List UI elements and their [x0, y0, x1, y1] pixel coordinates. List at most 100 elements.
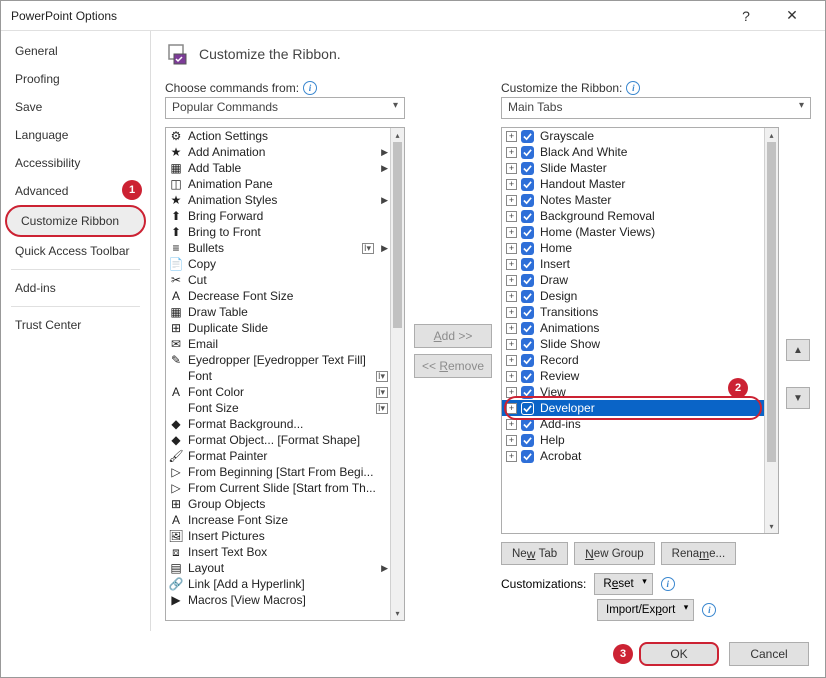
command-item[interactable]: ★Animation Styles▶: [166, 192, 390, 208]
info-icon[interactable]: i: [303, 81, 317, 95]
rename-button[interactable]: Rename...: [661, 542, 736, 565]
command-item[interactable]: ◫Animation Pane: [166, 176, 390, 192]
tab-tree-item[interactable]: +Handout Master: [502, 176, 764, 192]
expand-icon[interactable]: +: [506, 371, 517, 382]
expand-icon[interactable]: +: [506, 163, 517, 174]
expand-icon[interactable]: +: [506, 211, 517, 222]
ok-button[interactable]: OK: [639, 642, 719, 666]
expand-icon[interactable]: +: [506, 419, 517, 430]
scrollbar[interactable]: ▴ ▾: [390, 128, 404, 620]
sidebar-item-proofing[interactable]: Proofing: [1, 65, 150, 93]
command-item[interactable]: ⊞Duplicate Slide: [166, 320, 390, 336]
tab-tree-item[interactable]: +Notes Master: [502, 192, 764, 208]
command-item[interactable]: ▶Macros [View Macros]: [166, 592, 390, 608]
tab-tree-item[interactable]: +Background Removal: [502, 208, 764, 224]
command-item[interactable]: ▤Layout▶: [166, 560, 390, 576]
tab-tree-item[interactable]: +Record: [502, 352, 764, 368]
tab-tree-item[interactable]: +Help: [502, 432, 764, 448]
sidebar-item-customize-ribbon[interactable]: Customize Ribbon: [5, 205, 146, 237]
expand-icon[interactable]: +: [506, 243, 517, 254]
move-down-button[interactable]: ▼: [786, 387, 810, 409]
sidebar-item-language[interactable]: Language: [1, 121, 150, 149]
tab-tree-item[interactable]: +Add-ins: [502, 416, 764, 432]
checkbox[interactable]: [521, 178, 534, 191]
checkbox[interactable]: [521, 194, 534, 207]
checkbox[interactable]: [521, 370, 534, 383]
expand-icon[interactable]: +: [506, 291, 517, 302]
checkbox[interactable]: [521, 274, 534, 287]
checkbox[interactable]: [521, 402, 534, 415]
tab-tree-item[interactable]: +Developer: [502, 400, 764, 416]
command-item[interactable]: ◆Format Background...: [166, 416, 390, 432]
checkbox[interactable]: [521, 418, 534, 431]
checkbox[interactable]: [521, 306, 534, 319]
expand-icon[interactable]: +: [506, 147, 517, 158]
scrollbar[interactable]: ▴ ▾: [764, 128, 778, 533]
tab-tree-item[interactable]: +Acrobat: [502, 448, 764, 464]
checkbox[interactable]: [521, 258, 534, 271]
checkbox[interactable]: [521, 354, 534, 367]
expand-icon[interactable]: +: [506, 307, 517, 318]
command-item[interactable]: ⧈Insert Text Box: [166, 544, 390, 560]
tab-tree-item[interactable]: +Home: [502, 240, 764, 256]
checkbox[interactable]: [521, 338, 534, 351]
remove-button[interactable]: << Remove: [414, 354, 492, 378]
checkbox[interactable]: [521, 162, 534, 175]
command-item[interactable]: ⬆Bring to Front: [166, 224, 390, 240]
command-item[interactable]: ✂Cut: [166, 272, 390, 288]
expand-icon[interactable]: +: [506, 323, 517, 334]
tabs-tree[interactable]: +Grayscale+Black And White+Slide Master+…: [501, 127, 779, 534]
command-item[interactable]: 📄Copy: [166, 256, 390, 272]
checkbox[interactable]: [521, 226, 534, 239]
command-item[interactable]: ✎Eyedropper [Eyedropper Text Fill]: [166, 352, 390, 368]
scroll-down-icon[interactable]: ▾: [765, 519, 778, 533]
import-export-dropdown[interactable]: Import/Export: [597, 599, 694, 621]
close-button[interactable]: ✕: [769, 1, 815, 31]
command-item[interactable]: ◆Format Object... [Format Shape]: [166, 432, 390, 448]
cancel-button[interactable]: Cancel: [729, 642, 809, 666]
commands-listbox[interactable]: ⚙Action Settings★Add Animation▶▦Add Tabl…: [165, 127, 405, 621]
command-item[interactable]: AFont ColorI▾: [166, 384, 390, 400]
info-icon[interactable]: i: [626, 81, 640, 95]
checkbox[interactable]: [521, 290, 534, 303]
expand-icon[interactable]: +: [506, 275, 517, 286]
command-item[interactable]: ⊞Group Objects: [166, 496, 390, 512]
command-item[interactable]: Font SizeI▾: [166, 400, 390, 416]
commands-source-dropdown[interactable]: Popular Commands: [165, 97, 405, 119]
expand-icon[interactable]: +: [506, 227, 517, 238]
checkbox[interactable]: [521, 146, 534, 159]
info-icon[interactable]: i: [661, 577, 675, 591]
command-item[interactable]: 🖌Format Painter: [166, 448, 390, 464]
sidebar-item-save[interactable]: Save: [1, 93, 150, 121]
tab-tree-item[interactable]: +Review: [502, 368, 764, 384]
expand-icon[interactable]: +: [506, 403, 517, 414]
scroll-down-icon[interactable]: ▾: [391, 606, 404, 620]
expand-icon[interactable]: +: [506, 355, 517, 366]
tab-tree-item[interactable]: +Transitions: [502, 304, 764, 320]
tab-tree-item[interactable]: +Slide Master: [502, 160, 764, 176]
tab-tree-item[interactable]: +Home (Master Views): [502, 224, 764, 240]
new-tab-button[interactable]: New Tab: [501, 542, 568, 565]
command-item[interactable]: AIncrease Font Size: [166, 512, 390, 528]
reset-dropdown[interactable]: Reset: [594, 573, 652, 595]
command-item[interactable]: ⬆Bring Forward: [166, 208, 390, 224]
checkbox[interactable]: [521, 386, 534, 399]
command-item[interactable]: ≡BulletsI▾▶: [166, 240, 390, 256]
command-item[interactable]: ★Add Animation▶: [166, 144, 390, 160]
tab-tree-item[interactable]: +Insert: [502, 256, 764, 272]
tab-tree-item[interactable]: +Grayscale: [502, 128, 764, 144]
expand-icon[interactable]: +: [506, 131, 517, 142]
expand-icon[interactable]: +: [506, 195, 517, 206]
command-item[interactable]: ▷From Beginning [Start From Begi...: [166, 464, 390, 480]
checkbox[interactable]: [521, 210, 534, 223]
command-item[interactable]: ▦Add Table▶: [166, 160, 390, 176]
command-item[interactable]: ▦Draw Table: [166, 304, 390, 320]
ribbon-target-dropdown[interactable]: Main Tabs: [501, 97, 811, 119]
checkbox[interactable]: [521, 450, 534, 463]
help-button[interactable]: ?: [723, 1, 769, 31]
tab-tree-item[interactable]: +View: [502, 384, 764, 400]
checkbox[interactable]: [521, 130, 534, 143]
move-up-button[interactable]: ▲: [786, 339, 810, 361]
sidebar-item-advanced[interactable]: Advanced 1: [1, 177, 150, 205]
expand-icon[interactable]: +: [506, 259, 517, 270]
